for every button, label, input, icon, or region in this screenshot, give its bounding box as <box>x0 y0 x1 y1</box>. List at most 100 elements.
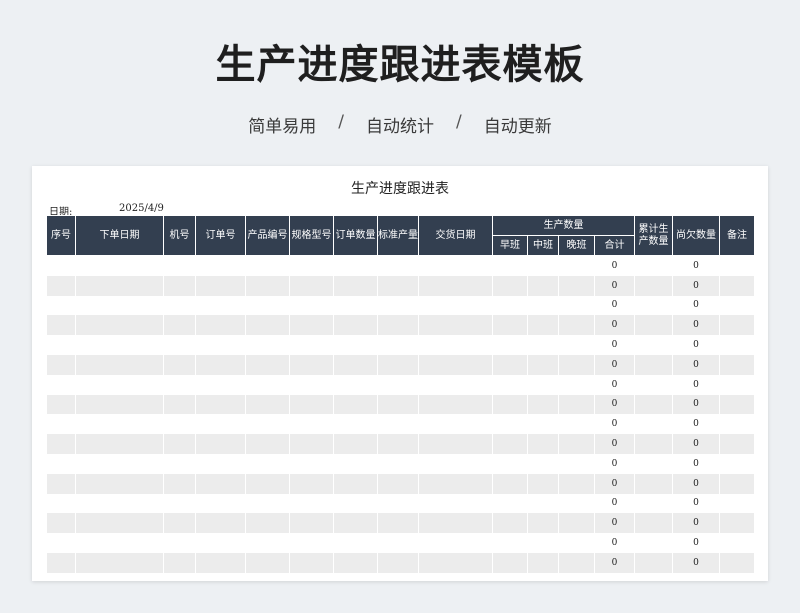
table-cell[interactable] <box>377 354 419 375</box>
table-cell[interactable] <box>377 434 419 454</box>
table-cell[interactable] <box>163 275 196 296</box>
table-cell[interactable] <box>75 473 164 494</box>
table-cell[interactable] <box>46 414 76 435</box>
table-cell[interactable] <box>163 315 196 336</box>
table-cell[interactable] <box>195 513 246 534</box>
table-cell[interactable] <box>527 434 559 454</box>
table-cell[interactable] <box>634 394 673 415</box>
table-cell[interactable] <box>333 414 378 435</box>
table-cell[interactable] <box>289 493 334 514</box>
table-cell[interactable] <box>527 513 559 534</box>
table-cell[interactable] <box>558 295 595 316</box>
table-cell[interactable] <box>492 295 528 316</box>
table-cell[interactable] <box>527 315 559 336</box>
table-cell[interactable] <box>719 295 755 316</box>
table-cell[interactable] <box>163 295 196 316</box>
table-cell[interactable] <box>289 414 334 435</box>
table-cell[interactable] <box>634 473 673 494</box>
table-cell[interactable] <box>75 255 164 276</box>
table-cell[interactable] <box>245 552 290 573</box>
table-cell[interactable] <box>245 315 290 336</box>
table-cell[interactable] <box>492 513 528 534</box>
table-cell[interactable] <box>377 453 419 474</box>
table-cell[interactable] <box>377 552 419 573</box>
table-cell[interactable] <box>46 255 76 276</box>
table-cell[interactable] <box>558 533 595 553</box>
cell-outstanding[interactable]: 0 <box>672 453 720 474</box>
table-cell[interactable] <box>163 414 196 435</box>
cell-outstanding[interactable]: 0 <box>672 275 720 296</box>
table-cell[interactable] <box>46 275 76 296</box>
table-cell[interactable] <box>245 473 290 494</box>
table-cell[interactable] <box>289 473 334 494</box>
table-cell[interactable] <box>558 414 595 435</box>
cell-outstanding[interactable]: 0 <box>672 335 720 355</box>
table-cell[interactable] <box>558 473 595 494</box>
table-cell[interactable] <box>195 552 246 573</box>
table-cell[interactable] <box>377 295 419 316</box>
table-cell[interactable] <box>634 513 673 534</box>
cell-outstanding[interactable]: 0 <box>672 473 720 494</box>
table-cell[interactable] <box>289 374 334 395</box>
table-cell[interactable] <box>492 453 528 474</box>
table-cell[interactable] <box>289 513 334 534</box>
cell-subtotal[interactable]: 0 <box>594 255 635 276</box>
table-cell[interactable] <box>75 493 164 514</box>
table-cell[interactable] <box>46 493 76 514</box>
table-cell[interactable] <box>527 473 559 494</box>
table-cell[interactable] <box>333 533 378 553</box>
table-cell[interactable] <box>527 354 559 375</box>
table-cell[interactable] <box>558 394 595 415</box>
table-cell[interactable] <box>245 275 290 296</box>
table-cell[interactable] <box>75 414 164 435</box>
table-cell[interactable] <box>418 335 493 355</box>
table-cell[interactable] <box>492 335 528 355</box>
cell-subtotal[interactable]: 0 <box>594 473 635 494</box>
table-cell[interactable] <box>719 335 755 355</box>
cell-subtotal[interactable]: 0 <box>594 533 635 553</box>
table-cell[interactable] <box>558 255 595 276</box>
table-cell[interactable] <box>163 552 196 573</box>
table-cell[interactable] <box>75 513 164 534</box>
table-cell[interactable] <box>46 434 76 454</box>
table-cell[interactable] <box>634 552 673 573</box>
table-cell[interactable] <box>634 434 673 454</box>
table-cell[interactable] <box>46 295 76 316</box>
table-cell[interactable] <box>527 374 559 395</box>
table-cell[interactable] <box>634 354 673 375</box>
table-cell[interactable] <box>163 533 196 553</box>
table-cell[interactable] <box>492 414 528 435</box>
table-cell[interactable] <box>163 473 196 494</box>
table-cell[interactable] <box>527 414 559 435</box>
table-cell[interactable] <box>719 354 755 375</box>
table-cell[interactable] <box>245 394 290 415</box>
table-cell[interactable] <box>333 473 378 494</box>
cell-outstanding[interactable]: 0 <box>672 354 720 375</box>
table-cell[interactable] <box>245 533 290 553</box>
table-cell[interactable] <box>163 434 196 454</box>
cell-subtotal[interactable]: 0 <box>594 552 635 573</box>
table-cell[interactable] <box>418 275 493 296</box>
cell-outstanding[interactable]: 0 <box>672 493 720 514</box>
table-cell[interactable] <box>377 394 419 415</box>
table-cell[interactable] <box>377 473 419 494</box>
table-cell[interactable] <box>75 552 164 573</box>
table-cell[interactable] <box>377 533 419 553</box>
table-cell[interactable] <box>377 315 419 336</box>
table-cell[interactable] <box>245 335 290 355</box>
table-cell[interactable] <box>377 275 419 296</box>
table-cell[interactable] <box>163 354 196 375</box>
table-cell[interactable] <box>195 414 246 435</box>
table-cell[interactable] <box>289 394 334 415</box>
table-cell[interactable] <box>492 533 528 553</box>
table-cell[interactable] <box>377 335 419 355</box>
cell-subtotal[interactable]: 0 <box>594 453 635 474</box>
table-cell[interactable] <box>46 354 76 375</box>
table-cell[interactable] <box>245 354 290 375</box>
table-cell[interactable] <box>418 414 493 435</box>
table-cell[interactable] <box>245 374 290 395</box>
table-cell[interactable] <box>75 354 164 375</box>
table-cell[interactable] <box>75 434 164 454</box>
cell-subtotal[interactable]: 0 <box>594 434 635 454</box>
table-cell[interactable] <box>527 394 559 415</box>
